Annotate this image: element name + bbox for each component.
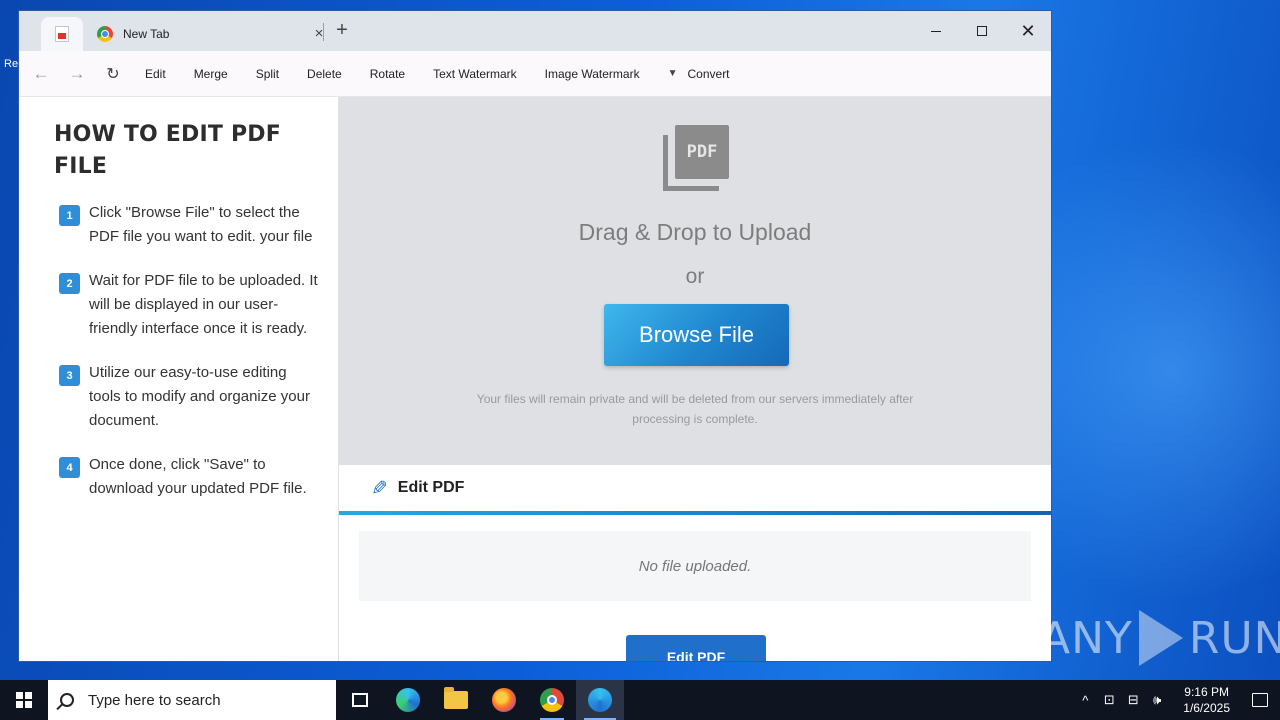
instruction-step: 3 Utilize our easy-to-use editing tools … [54,361,320,433]
step-number-badge: 1 [59,205,80,226]
pencil-icon: ✎ [371,477,388,500]
maximize-button[interactable] [959,11,1005,51]
volume-icon[interactable]: 🕪 [1145,692,1169,708]
menu-edit[interactable]: Edit [131,67,180,81]
folder-icon [444,687,468,709]
drag-drop-text: Drag & Drop to Upload [578,219,812,245]
notification-icon [1252,693,1268,707]
browse-file-button[interactable]: Browse File [604,304,789,366]
chrome-icon [540,688,564,712]
windows-logo-icon [16,692,32,708]
file-status-box: No file uploaded. [359,531,1031,601]
back-button[interactable]: ← [23,64,59,84]
edit-pdf-header: ✎ Edit PDF [339,465,1051,511]
reload-button[interactable]: ↻ [95,64,131,84]
chevron-up-icon[interactable]: ^ [1073,693,1097,708]
menu-rotate[interactable]: Rotate [356,67,419,81]
page-content: HOW TO EDIT PDF FILE 1 Click "Browse Fil… [19,97,1051,661]
step-number-badge: 2 [59,273,80,294]
search-placeholder: Type here to search [88,691,221,709]
taskbar-edge[interactable] [384,680,432,720]
watermark-left-text: ANY [1040,612,1133,664]
title-bar: New Tab × + ✕ [19,11,1051,51]
tab-title: New Tab [123,27,170,41]
step-text: Wait for PDF file to be uploaded. It wil… [89,272,318,337]
file-status-text: No file uploaded. [638,557,752,575]
start-button[interactable] [0,680,48,720]
step-text: Click "Browse File" to select the PDF fi… [89,204,313,245]
taskbar-chrome[interactable] [528,680,576,720]
instruction-step: 4 Once done, click "Save" to download yo… [54,453,320,501]
close-window-button[interactable]: ✕ [1005,11,1051,51]
firefox-icon [492,688,516,712]
edge-icon [588,688,612,712]
upload-dropzone[interactable]: PDF Drag & Drop to Upload or Browse File… [339,97,1051,465]
clock[interactable]: 9:16 PM 1/6/2025 [1169,684,1240,716]
header-divider [339,511,1051,515]
taskbar-edge-active[interactable] [576,680,624,720]
tab-pdf-editor[interactable] [41,17,83,51]
task-view-icon [352,693,368,707]
clock-time: 9:16 PM [1184,685,1229,699]
meet-now-icon[interactable]: ⊡ [1097,692,1121,708]
step-text: Utilize our easy-to-use editing tools to… [89,364,310,429]
desktop-icon-label-fragment: Re [4,58,19,70]
browser-window: New Tab × + ✕ ← → ↻ Edit Merge Split Del… [18,10,1052,662]
editor-main: PDF Drag & Drop to Upload or Browse File… [339,97,1051,661]
chrome-favicon-icon [97,26,113,42]
watermark-right-text: RUN [1188,612,1280,664]
tab-new-tab[interactable]: New Tab × [83,17,323,51]
taskbar-file-explorer[interactable] [432,680,480,720]
minimize-icon [931,30,941,32]
taskbar-search[interactable]: Type here to search [48,680,336,720]
taskbar-firefox[interactable] [480,680,528,720]
menu-delete[interactable]: Delete [293,67,356,81]
tab-separator [323,23,324,41]
notifications-button[interactable] [1240,693,1280,707]
instructions-sidebar: HOW TO EDIT PDF FILE 1 Click "Browse Fil… [19,97,339,661]
minimize-button[interactable] [913,11,959,51]
or-separator-text: or [685,265,705,288]
instructions-title: HOW TO EDIT PDF FILE [54,122,281,179]
instruction-step: 2 Wait for PDF file to be uploaded. It w… [54,269,320,341]
anyrun-watermark: ANY RUN [1040,610,1280,666]
pdf-file-icon: PDF [663,125,731,191]
step-text: Once done, click "Save" to download your… [89,456,307,497]
taskbar: Type here to search ^ ⊡ ⊟ 🕪 9:16 PM 1/6/… [0,680,1280,720]
close-icon: ✕ [1020,21,1036,41]
edit-pdf-heading: Edit PDF [397,479,465,496]
step-number-badge: 4 [59,457,80,478]
forward-button[interactable]: → [59,64,95,84]
maximize-icon [977,26,987,36]
clock-date: 1/6/2025 [1183,701,1230,715]
pdf-favicon-icon [55,26,69,42]
edit-pdf-button[interactable]: Edit PDF [626,635,766,661]
network-icon[interactable]: ⊟ [1121,692,1145,708]
menu-text-watermark[interactable]: Text Watermark [419,67,531,81]
instruction-step: 1 Click "Browse File" to select the PDF … [54,201,320,249]
task-view-button[interactable] [336,680,384,720]
play-icon [1138,610,1183,666]
step-number-badge: 3 [59,365,80,386]
pdf-icon-label: PDF [675,125,729,179]
tab-close-icon[interactable]: × [309,25,329,42]
menu-split[interactable]: Split [242,67,293,81]
edge-icon [396,688,420,712]
menu-convert[interactable]: Convert [682,67,744,81]
system-tray: ^ ⊡ ⊟ 🕪 9:16 PM 1/6/2025 [1073,680,1280,720]
privacy-notice: Your files will remain private and will … [476,392,914,426]
menu-image-watermark[interactable]: Image Watermark [531,67,654,81]
search-icon [60,693,74,707]
chevron-down-icon[interactable]: ▼ [654,68,682,79]
menu-merge[interactable]: Merge [180,67,242,81]
new-tab-button[interactable]: + [331,19,353,41]
app-toolbar: ← → ↻ Edit Merge Split Delete Rotate Tex… [19,51,1051,97]
